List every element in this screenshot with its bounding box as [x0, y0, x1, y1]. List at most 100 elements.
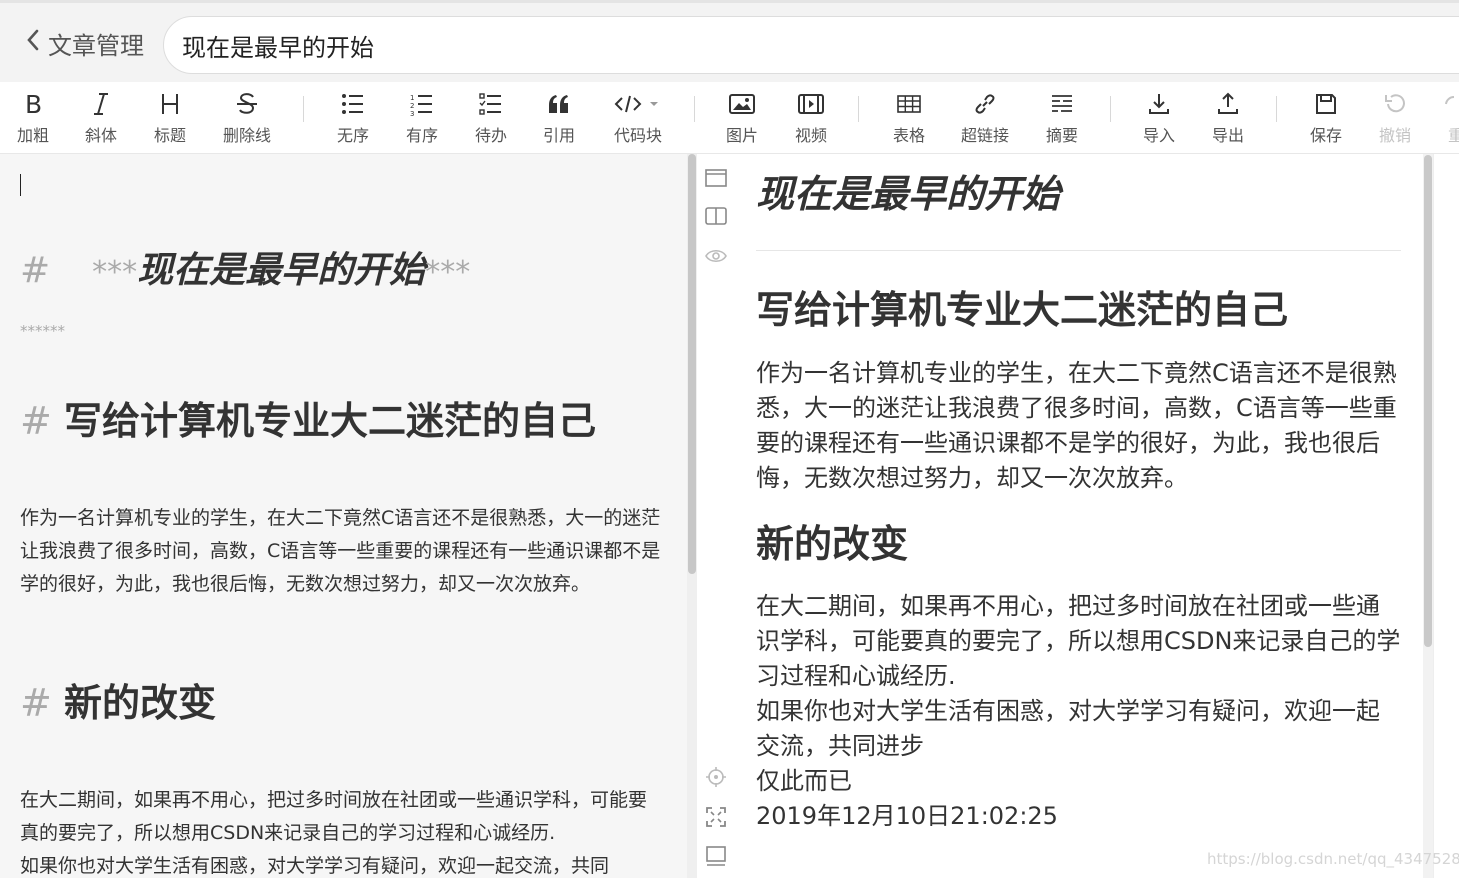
table-button[interactable]: 表格: [876, 88, 942, 150]
link-icon: [952, 88, 1018, 120]
video-button[interactable]: 视频: [778, 88, 844, 150]
fullscreen-icon: [706, 807, 726, 827]
strikethrough-label: 删除线: [222, 126, 271, 145]
crosshair-icon: [706, 767, 726, 787]
summary-button[interactable]: 摘要: [1029, 88, 1095, 150]
preview-title: 现在是最早的开始: [756, 172, 1061, 216]
strikethrough-button[interactable]: 删除线: [214, 88, 280, 150]
save-icon: [1293, 88, 1359, 120]
editor-h1-line: # 写给计算机专业大二迷茫的自己: [20, 399, 596, 443]
table-icon: [876, 88, 942, 120]
ordered-list-label: 有序: [405, 126, 438, 145]
editor-scrollbar-thumb[interactable]: [688, 154, 696, 574]
eye-icon: [705, 249, 727, 263]
fullscreen-button[interactable]: [704, 805, 728, 829]
italic-icon: [68, 88, 134, 120]
text-cursor: [20, 174, 21, 196]
preview-paragraph-5: 2019年12月10日21:02:25: [756, 802, 1058, 830]
svg-text:2: 2: [410, 102, 414, 110]
unordered-list-icon: [320, 88, 386, 120]
link-button[interactable]: 超链接: [952, 88, 1018, 150]
layout-button[interactable]: [704, 844, 728, 868]
toolbar-divider: [303, 96, 304, 122]
chevron-left-icon: [26, 28, 40, 58]
redo-button[interactable]: 重: [1430, 88, 1459, 150]
back-label: 文章管理: [48, 31, 144, 60]
article-title-input[interactable]: [163, 16, 1459, 74]
editor-paragraph-2: 在大二期间，如果再不用心，把过多时间放在社团或一些通识学科，可能要真的要完了，所…: [20, 789, 648, 844]
ordered-list-button[interactable]: 123 有序: [389, 88, 455, 150]
todo-list-icon: [458, 88, 524, 120]
right-side-panel: [1433, 154, 1459, 878]
heading-label: 标题: [153, 126, 186, 145]
toolbar-divider: [1276, 96, 1277, 122]
save-button[interactable]: 保存: [1293, 88, 1359, 150]
svg-text:1: 1: [410, 94, 414, 102]
quote-label: 引用: [542, 126, 575, 145]
preview-paragraph-1: 作为一名计算机专业的学生，在大二下竟然C语言还不是很熟悉，大一的迷茫让我浪费了很…: [756, 359, 1397, 492]
title-bar: 文章管理: [0, 0, 1459, 82]
import-button[interactable]: 导入: [1126, 88, 1192, 150]
preview-pane: 现在是最早的开始 写给计算机专业大二迷茫的自己 作为一名计算机专业的学生，在大二…: [735, 154, 1425, 878]
undo-icon: [1362, 88, 1428, 120]
export-label: 导出: [1211, 126, 1244, 145]
split-mode-button[interactable]: [704, 204, 728, 228]
italic-button[interactable]: 斜体: [68, 88, 134, 150]
redo-icon: [1430, 88, 1459, 120]
heading-button[interactable]: 标题: [137, 88, 203, 150]
bold-button[interactable]: B 加粗: [0, 88, 66, 150]
preview-paragraph-2: 在大二期间，如果再不用心，把过多时间放在社团或一些通识学科，可能要真的要完了，所…: [756, 592, 1401, 690]
import-label: 导入: [1142, 126, 1175, 145]
quote-button[interactable]: 引用: [526, 88, 592, 150]
svg-text:B: B: [25, 91, 42, 117]
import-icon: [1126, 88, 1192, 120]
code-block-icon: [600, 88, 676, 120]
unordered-list-button[interactable]: 无序: [320, 88, 386, 150]
link-label: 超链接: [960, 126, 1009, 145]
undo-button[interactable]: 撤销: [1362, 88, 1428, 150]
locate-button[interactable]: [704, 765, 728, 789]
view-mode-bar: [697, 154, 735, 878]
preview-paragraph-4: 仅此而已: [756, 767, 852, 795]
preview-mode-button[interactable]: [704, 244, 728, 268]
italic-label: 斜体: [84, 126, 117, 145]
redo-label: 重: [1448, 126, 1459, 145]
editor-paragraph-3: 如果你也对大学生活有困惑，对大学学习有疑问，欢迎一起交流，共同: [20, 855, 610, 877]
watermark: https://blog.csdn.net/qq_43475285: [1207, 850, 1459, 868]
ordered-list-icon: 123: [389, 88, 455, 120]
monitor-icon: [706, 846, 726, 866]
export-icon: [1195, 88, 1261, 120]
editor-toolbar: B 加粗 斜体 标题 删除线 无序 123 有序 待办 引用 代码块 图片 视频…: [0, 82, 1459, 154]
markdown-editor[interactable]: # ***现在是最早的开始*** ****** # 写给计算机专业大二迷茫的自己 …: [0, 154, 697, 878]
back-button[interactable]: 文章管理: [26, 25, 144, 61]
code-block-button[interactable]: 代码块: [600, 88, 676, 150]
image-icon: [709, 88, 775, 120]
editor-title-line: # ***现在是最早的开始***: [20, 250, 471, 291]
toolbar-divider: [694, 96, 695, 122]
undo-label: 撤销: [1378, 126, 1411, 145]
video-icon: [778, 88, 844, 120]
editor-paragraph-1: 作为一名计算机专业的学生，在大二下竟然C语言还不是很熟悉，大一的迷茫让我浪费了很…: [20, 507, 661, 595]
editor-only-mode-button[interactable]: [704, 166, 728, 190]
todo-list-label: 待办: [474, 126, 507, 145]
todo-list-button[interactable]: 待办: [458, 88, 524, 150]
toolbar-divider: [1110, 96, 1111, 122]
export-button[interactable]: 导出: [1195, 88, 1261, 150]
bold-label: 加粗: [16, 126, 49, 145]
code-block-label: 代码块: [613, 126, 662, 145]
image-label: 图片: [725, 126, 758, 145]
bold-icon: B: [0, 88, 66, 120]
video-label: 视频: [794, 126, 827, 145]
image-button[interactable]: 图片: [709, 88, 775, 150]
toolbar-divider: [858, 96, 859, 122]
preview-h2: 新的改变: [756, 522, 909, 566]
strikethrough-icon: [214, 88, 280, 120]
summary-label: 摘要: [1045, 126, 1078, 145]
unordered-list-label: 无序: [336, 126, 369, 145]
table-label: 表格: [892, 126, 925, 145]
preview-scrollbar-thumb[interactable]: [1424, 155, 1432, 647]
svg-text:3: 3: [410, 110, 414, 116]
heading-icon: [137, 88, 203, 120]
editor-hr-line: ******: [20, 322, 65, 340]
window-icon: [705, 169, 727, 187]
